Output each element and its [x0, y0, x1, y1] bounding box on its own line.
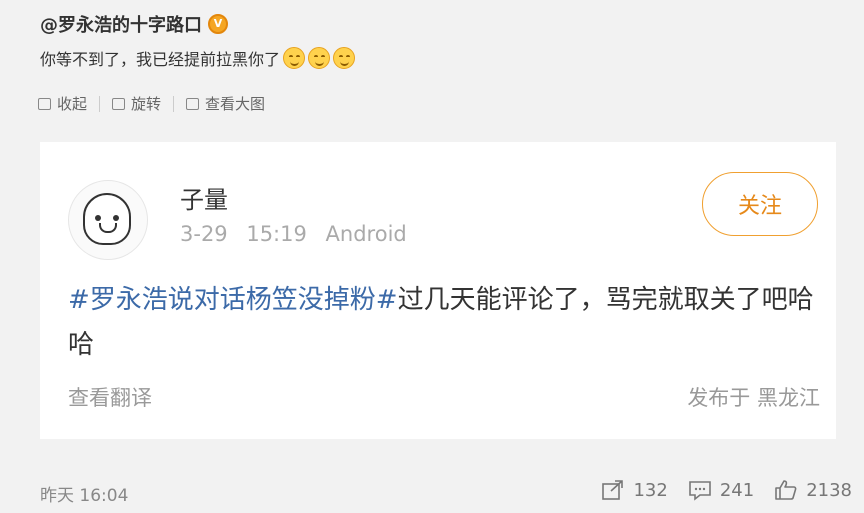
collapse-button[interactable]: 收起: [38, 93, 87, 114]
smile-emoji-icon: [283, 47, 306, 69]
share-button[interactable]: 132: [601, 479, 668, 501]
avatar-face-icon: [83, 193, 131, 245]
comment-icon: [689, 481, 711, 501]
action-bar: 132 241 2138: [581, 479, 852, 501]
collapse-label: 收起: [57, 95, 88, 113]
view-large-button[interactable]: 查看大图: [186, 93, 265, 114]
verified-icon: [208, 14, 228, 34]
post-text-line: 你等不到了，我已经提前拉黑你了: [40, 46, 356, 70]
like-button[interactable]: 2138: [774, 479, 852, 501]
divider: [173, 95, 175, 112]
comment-count: 241: [719, 479, 755, 501]
translate-link[interactable]: 查看翻译: [68, 382, 152, 412]
rotate-button[interactable]: 旋转: [112, 93, 161, 114]
card-device: Android: [325, 222, 407, 246]
view-large-icon: [186, 97, 200, 110]
collapse-icon: [38, 97, 51, 110]
post-text: 你等不到了，我已经提前拉黑你了: [40, 50, 281, 69]
follow-button[interactable]: 关注: [702, 172, 818, 236]
rotate-label: 旋转: [131, 95, 162, 113]
smile-emoji-icon: [333, 47, 356, 69]
screenshot-card: 子量 3-29 15:19 Android 关注 #罗永浩说对话杨笠没掉粉#过几…: [40, 142, 836, 439]
author-handle[interactable]: @罗永浩的十字路口: [40, 11, 202, 37]
smile-emoji-icon: [308, 47, 331, 69]
hashtag-link[interactable]: #罗永浩说对话杨笠没掉粉#: [68, 285, 398, 315]
view-large-label: 查看大图: [205, 95, 266, 113]
avatar[interactable]: [68, 180, 148, 260]
post-location: 发布于 黑龙江: [687, 386, 820, 410]
like-count: 2138: [806, 479, 852, 501]
like-icon: [775, 480, 797, 500]
card-meta: 3-29 15:19 Android: [180, 222, 407, 246]
share-icon: [602, 480, 624, 500]
card-username[interactable]: 子量: [180, 180, 228, 215]
image-toolbar: 收起 旋转 查看大图: [38, 93, 265, 114]
post-time: 昨天 16:04: [40, 486, 129, 506]
share-count: 132: [633, 479, 668, 501]
comment-button[interactable]: 241: [688, 479, 754, 501]
rotate-icon: [112, 97, 126, 110]
divider: [99, 95, 101, 112]
author-line: @罗永浩的十字路口: [40, 11, 228, 37]
card-date: 3-29 15:19: [180, 222, 307, 246]
card-body: #罗永浩说对话杨笠没掉粉#过几天能评论了，骂完就取关了吧哈哈: [68, 278, 818, 368]
